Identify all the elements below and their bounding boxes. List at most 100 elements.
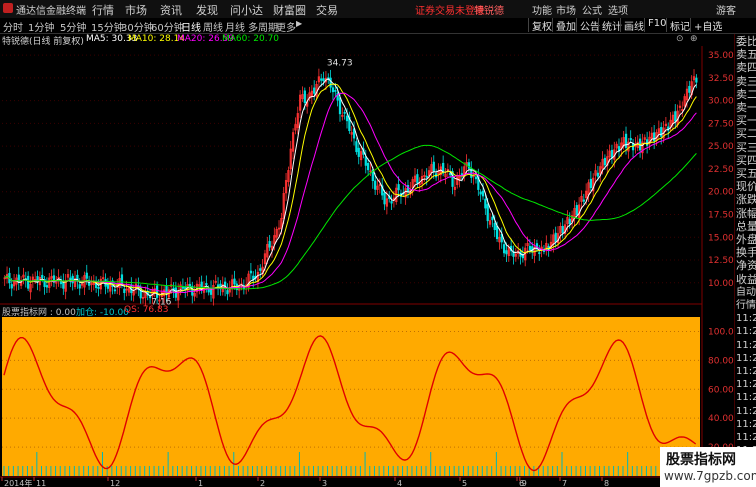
candle-body <box>538 252 541 255</box>
user-guest[interactable]: 游客 <box>716 2 736 17</box>
menu-gongshi[interactable]: 公式 <box>582 2 602 17</box>
candle-body <box>78 284 81 289</box>
side-panel-item: 涨幅 <box>736 206 756 220</box>
menu-jiaoyi[interactable]: 交易 <box>316 2 338 18</box>
period-1min[interactable]: 1分钟 <box>28 19 54 34</box>
date-label: 12 <box>110 479 120 487</box>
chart-settings-icon[interactable]: ⊙ <box>676 34 684 44</box>
watermark-url: www.7gpzb.com <box>664 469 756 483</box>
period-weekly[interactable]: 周线 <box>203 19 223 34</box>
candle-body <box>123 288 126 294</box>
stock-info-bar: 特锐德(日线 前复权) MA5: 30.33 MA10: 28.14 MA20:… <box>0 34 700 47</box>
menu-faxian[interactable]: 发现 <box>196 2 218 18</box>
title-stock-name: 特锐德 <box>474 6 504 17</box>
period-30min[interactable]: 30分钟 <box>121 19 154 34</box>
side-panel-item[interactable]: 11:2 <box>736 353 756 365</box>
candle-body <box>502 244 506 254</box>
side-panel-item[interactable]: 自动 <box>736 287 756 299</box>
ma60-line <box>4 144 697 290</box>
kline-chart[interactable]: 35.00 32.50 30.00 27.50 25.00 22.50 20.00 17.50… <box>0 46 756 487</box>
f10-button[interactable]: F10 <box>644 18 666 32</box>
period-15min[interactable]: 15分钟 <box>91 19 124 34</box>
candle-body <box>191 285 194 296</box>
period-multi[interactable]: 多周期 <box>248 19 278 34</box>
menu-shichang[interactable]: 市场 <box>125 2 147 18</box>
side-panel-item[interactable]: 11:2 <box>736 313 756 325</box>
side-panel-item[interactable]: 11:2 <box>736 406 756 418</box>
period-fenshi[interactable]: 分时 <box>3 19 23 34</box>
period-60min[interactable]: 60分钟 <box>151 19 184 34</box>
menu-hangqing[interactable]: 行情 <box>92 2 114 18</box>
menu-zixun[interactable]: 资讯 <box>160 2 182 18</box>
side-panel-item: 买三 <box>736 140 756 154</box>
menu-gongneng[interactable]: 功能 <box>532 2 552 17</box>
side-panel-item: 换手 <box>736 246 756 260</box>
menu-shichang-right[interactable]: 市场 <box>556 2 576 17</box>
side-panel-item[interactable]: 行情 <box>736 300 756 312</box>
price-axis-label: 17.50 <box>708 210 734 220</box>
price-axis-label: 15.00 <box>708 233 734 243</box>
candle-body <box>624 133 628 148</box>
period-5min[interactable]: 5分钟 <box>60 19 86 34</box>
menu-wenxiaoda[interactable]: 问小达 <box>230 2 263 18</box>
candle-body <box>589 178 593 189</box>
menu-caifuquan[interactable]: 财富圈 <box>273 2 306 18</box>
side-panel-item: 总量 <box>736 219 756 233</box>
gonggao-button[interactable]: 公告 <box>576 18 600 33</box>
biaoji-button[interactable]: 标记 <box>666 18 690 33</box>
zixuan-button[interactable]: +自选 <box>690 18 722 33</box>
period-daily[interactable]: 日线 <box>181 19 201 34</box>
candle-body <box>45 285 49 288</box>
price-axis-label: 27.50 <box>708 119 734 129</box>
candle-body <box>432 161 435 172</box>
huaxian-button[interactable]: 画线 <box>620 18 644 33</box>
period-monthly[interactable]: 月线 <box>225 19 245 34</box>
candle-body <box>416 174 419 184</box>
date-label: 3 <box>322 479 327 487</box>
candle-body <box>357 147 360 157</box>
side-panel-item: 涨跌 <box>736 193 756 207</box>
side-panel-item[interactable]: 11:2 <box>736 326 756 338</box>
candle-body <box>303 90 306 103</box>
menu-xuanxiang[interactable]: 选项 <box>608 2 628 17</box>
candle-body <box>374 180 377 190</box>
candle-body <box>367 162 370 171</box>
candle-body <box>233 278 236 285</box>
chart-menu-icon[interactable]: ⊕ <box>690 34 698 44</box>
candle-body <box>486 204 489 222</box>
candle-body <box>313 87 316 94</box>
candle-body <box>596 172 600 177</box>
candle-body <box>249 270 253 274</box>
tongji-button[interactable]: 统计 <box>598 18 622 33</box>
candle-body <box>554 232 557 242</box>
period-more[interactable]: 更多 <box>276 19 296 34</box>
candle-body <box>226 290 229 295</box>
side-panel-item[interactable]: 11:2 <box>736 366 756 378</box>
candle-body <box>491 216 494 221</box>
candle-body <box>85 272 88 279</box>
side-panel-item[interactable]: 11:2 <box>736 419 756 431</box>
candle-body <box>397 184 400 191</box>
side-panel-item: 净资 <box>736 259 756 273</box>
candle-body <box>41 274 44 279</box>
diejia-button[interactable]: 叠加 <box>552 18 576 33</box>
more-arrow-icon[interactable]: ▶ <box>296 19 302 28</box>
side-panel-item[interactable]: 11:2 <box>736 379 756 391</box>
side-panel-item[interactable]: 11:2 <box>736 432 756 444</box>
candle-body <box>364 156 367 166</box>
candle-body <box>561 225 564 234</box>
candle-body <box>688 85 691 93</box>
side-panel-item[interactable]: 11:2 <box>736 392 756 404</box>
fuquan-button[interactable]: 复权 <box>528 18 552 33</box>
side-panel-item[interactable]: 11:2 <box>736 340 756 352</box>
side-panel-item: 卖四 <box>736 61 756 75</box>
price-grid <box>0 54 702 305</box>
candle-body <box>390 201 393 204</box>
indicator-info-bar: 股票指标网 : 0.00 加仓: -10.00 QS: 76.83 <box>0 305 700 318</box>
price-axis-label: 25.00 <box>708 142 734 152</box>
candle-body <box>205 283 208 286</box>
candle-body <box>27 275 30 289</box>
price-axis: 35.00 32.50 30.00 27.50 25.00 22.50 20.00 17.50… <box>701 46 734 476</box>
side-panel-item: 卖二 <box>736 87 756 101</box>
ma60-value: MA60: 20.70 <box>222 34 280 44</box>
